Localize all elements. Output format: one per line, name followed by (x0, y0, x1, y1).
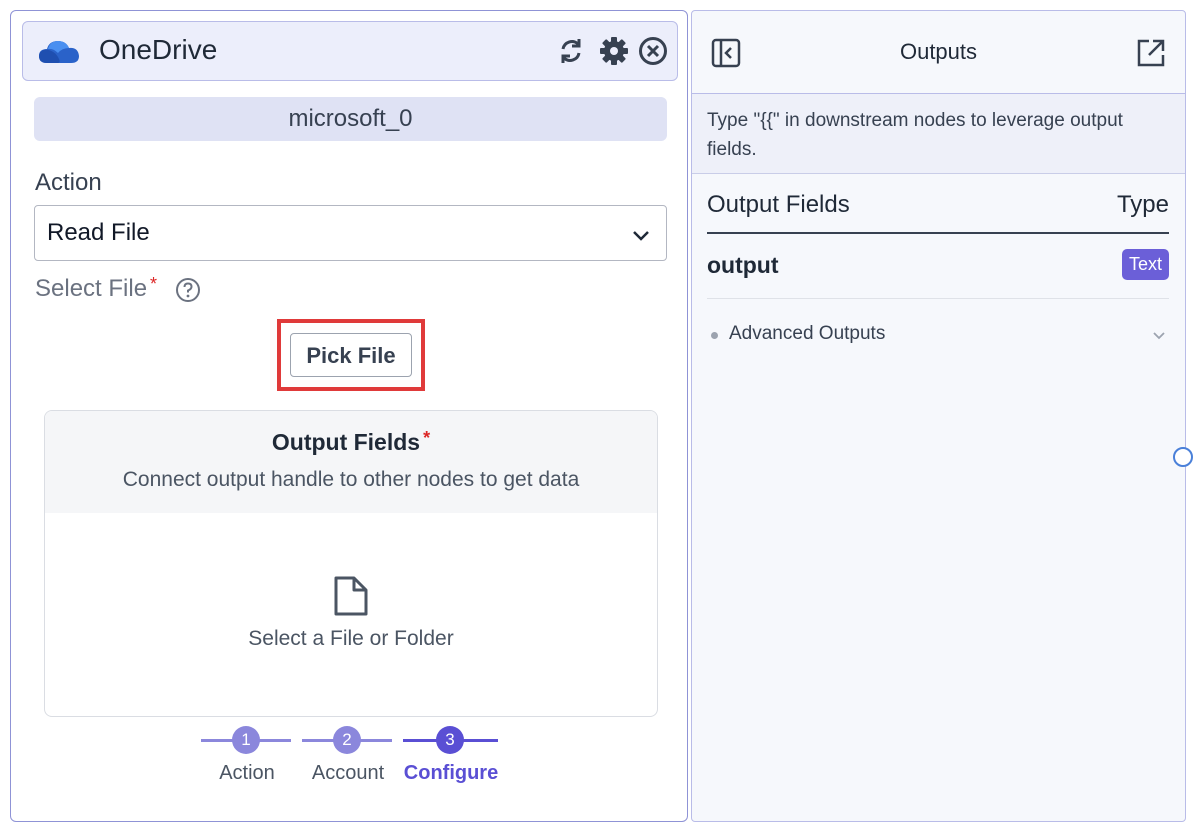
account-badge: microsoft_0 (34, 97, 667, 141)
output-field-name: output (707, 252, 779, 278)
output-fields-card: Output Fields * Connect output handle to … (44, 410, 658, 717)
chevron-down-icon (633, 231, 649, 241)
action-select[interactable]: Read File (34, 205, 667, 261)
required-asterisk: * (423, 428, 431, 448)
file-icon (334, 576, 368, 616)
output-fields-title-text: Output Fields (271, 429, 421, 455)
select-file-text: Select File (35, 275, 148, 302)
output-fields-header (45, 411, 657, 513)
close-circle-icon[interactable] (637, 35, 669, 67)
advanced-outputs-toggle[interactable]: Advanced Outputs (707, 319, 1169, 351)
pick-file-button[interactable]: Pick File (290, 333, 412, 377)
header-divider (707, 232, 1169, 234)
outputs-panel: Outputs Type "{{" in downstream nodes to… (691, 10, 1186, 822)
type-column-header: Type (1116, 191, 1169, 218)
step-2-dot[interactable]: 2 (333, 726, 361, 754)
type-badge: Text (1121, 249, 1169, 280)
step-3-label[interactable]: Configure (401, 762, 501, 785)
select-file-or-folder-text: Select a File or Folder (248, 627, 454, 650)
outputs-description-area: Type "{{" in downstream nodes to leverag… (692, 94, 1185, 174)
outputs-header: Outputs (692, 11, 1185, 94)
advanced-outputs-label: Advanced Outputs (729, 323, 886, 344)
output-fields-subtitle: Connect output handle to other nodes to … (122, 468, 580, 491)
node-header[interactable]: OneDrive (22, 21, 678, 81)
action-select-value: Read File (47, 219, 150, 246)
sync-icon[interactable] (555, 35, 587, 67)
output-fields-column-header: Output Fields (707, 191, 850, 218)
row-divider (707, 298, 1169, 299)
action-label: Action (35, 169, 102, 196)
bullet-icon (711, 332, 718, 339)
outputs-description: Type "{{" in downstream nodes to leverag… (707, 110, 1123, 160)
external-link-icon[interactable] (1135, 37, 1167, 69)
select-file-label: Select File * (35, 274, 158, 303)
chevron-down-icon (1153, 332, 1165, 340)
outputs-title: Outputs (899, 39, 978, 64)
onedrive-logo-icon (39, 41, 79, 63)
gear-icon[interactable] (598, 35, 630, 67)
onedrive-node: OneDrive microsoft_0 Action Read File Se… (10, 10, 688, 822)
help-icon[interactable] (175, 277, 201, 303)
step-2-label[interactable]: Account (298, 762, 398, 785)
required-asterisk: * (150, 274, 158, 294)
output-fields-title: Output Fields * (45, 428, 657, 456)
step-1-label[interactable]: Action (197, 762, 297, 785)
step-1-dot[interactable]: 1 (232, 726, 260, 754)
step-3-dot[interactable]: 3 (436, 726, 464, 754)
output-handle[interactable] (1173, 447, 1193, 467)
node-title: OneDrive (99, 34, 218, 65)
